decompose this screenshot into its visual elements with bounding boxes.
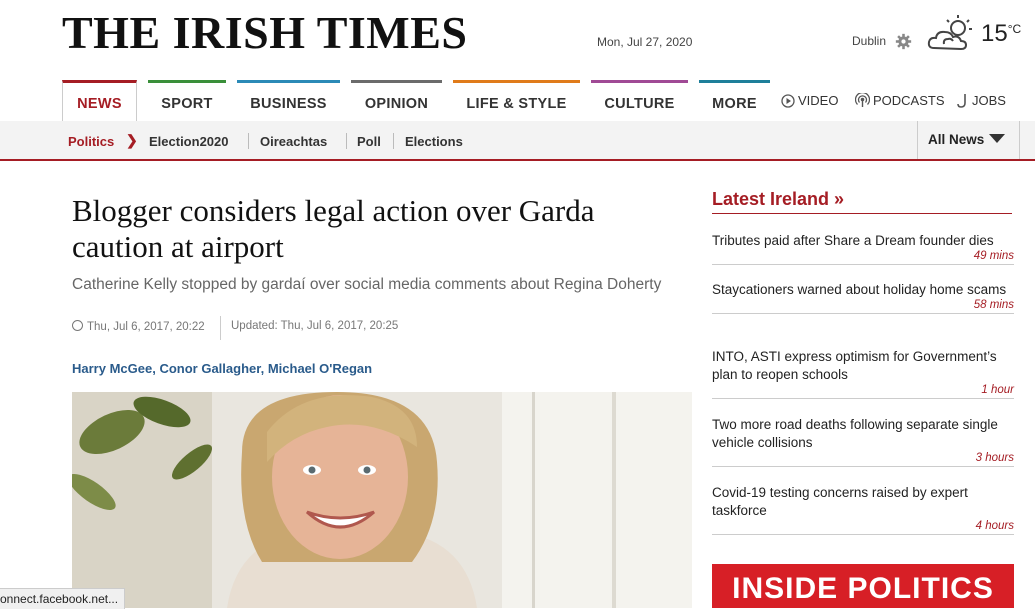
story-age: 4 hours: [975, 520, 1014, 532]
list-item[interactable]: Covid-19 testing concerns raised by expe…: [712, 484, 1014, 535]
nav-video[interactable]: VIDEO: [781, 93, 838, 108]
browser-status-bar: onnect.facebook.net...: [0, 588, 126, 609]
nav-opinion[interactable]: OPINION: [351, 80, 442, 120]
jobs-icon: [957, 94, 966, 108]
masthead: THE IRISH TIMES Mon, Jul 27, 2020 Dublin…: [0, 0, 1035, 80]
story-title[interactable]: Two more road deaths following separate …: [712, 416, 1014, 452]
article-headline: Blogger considers legal action over Gard…: [72, 193, 595, 264]
gear-icon[interactable]: [895, 33, 912, 50]
subnav-section[interactable]: Politics: [68, 134, 114, 149]
divider: [712, 264, 1014, 265]
article-standfirst: Catherine Kelly stopped by gardaí over s…: [72, 276, 662, 293]
list-item[interactable]: INTO, ASTI express optimism for Governme…: [712, 348, 1014, 399]
site-logo[interactable]: THE IRISH TIMES: [62, 6, 467, 59]
divider: [712, 213, 1012, 214]
story-age: 1 hour: [981, 384, 1014, 396]
list-item[interactable]: Two more road deaths following separate …: [712, 416, 1014, 467]
divider: [712, 313, 1014, 314]
nav-business[interactable]: BUSINESS: [237, 80, 340, 120]
divider: [346, 133, 347, 149]
nav-more[interactable]: MORE: [699, 80, 770, 120]
story-title[interactable]: INTO, ASTI express optimism for Governme…: [712, 348, 1014, 384]
temperature: 15°C: [981, 20, 1022, 47]
subnav-poll[interactable]: Poll: [357, 134, 381, 149]
play-icon: [781, 94, 795, 108]
list-item[interactable]: Staycationers warned about holiday home …: [712, 281, 1014, 314]
updated-date: Updated: Thu, Jul 6, 2017, 20:25: [231, 320, 399, 332]
article-photo: [72, 392, 692, 608]
divider: [712, 466, 1014, 467]
divider: [220, 316, 221, 340]
nav-life-style[interactable]: LIFE & STYLE: [453, 80, 580, 120]
sub-nav: Politics ❯ Election2020 Oireachtas Poll …: [0, 121, 1035, 161]
story-title[interactable]: Covid-19 testing concerns raised by expe…: [712, 484, 1014, 520]
temperature-unit: °C: [1007, 22, 1022, 36]
story-age: 49 mins: [973, 250, 1014, 262]
latest-ireland-heading[interactable]: Latest Ireland »: [712, 189, 844, 210]
story-age: 58 mins: [973, 299, 1014, 311]
podcast-icon: [854, 92, 871, 107]
divider: [712, 398, 1014, 399]
subnav-oireachtas[interactable]: Oireachtas: [260, 134, 327, 149]
story-title[interactable]: Staycationers warned about holiday home …: [712, 281, 1014, 299]
subnav-election2020[interactable]: Election2020: [149, 134, 229, 149]
clock-icon: [72, 320, 83, 331]
author-link[interactable]: Harry McGee: [72, 361, 152, 376]
author-link[interactable]: Michael O'Regan: [268, 361, 372, 376]
cloud-sun-icon: [927, 15, 972, 51]
nav-sport[interactable]: SPORT: [148, 80, 226, 120]
caret-down-icon: [989, 134, 1006, 143]
published-date: Thu, Jul 6, 2017, 20:22: [72, 320, 205, 333]
nav-news[interactable]: NEWS: [62, 80, 137, 122]
all-news-dropdown[interactable]: All News: [917, 121, 1020, 159]
inside-politics-banner[interactable]: INSIDE POLITICS: [712, 564, 1014, 608]
divider: [712, 534, 1014, 535]
story-title[interactable]: Tributes paid after Share a Dream founde…: [712, 232, 1014, 250]
article-authors: Harry McGee, Conor Gallagher, Michael O'…: [72, 361, 373, 376]
nav-culture[interactable]: CULTURE: [591, 80, 688, 120]
subnav-elections[interactable]: Elections: [405, 134, 463, 149]
story-age: 3 hours: [975, 452, 1014, 464]
author-link[interactable]: Conor Gallagher: [159, 361, 260, 376]
chevron-right-icon: ❯: [126, 132, 138, 148]
nav-podcasts[interactable]: PODCASTS: [854, 92, 945, 108]
current-date: Mon, Jul 27, 2020: [597, 35, 693, 49]
weather-city[interactable]: Dublin: [852, 34, 886, 48]
divider: [393, 133, 394, 149]
nav-jobs[interactable]: JOBS: [957, 93, 1006, 108]
divider: [248, 133, 249, 149]
list-item[interactable]: Tributes paid after Share a Dream founde…: [712, 232, 1014, 265]
main-nav: NEWS SPORT BUSINESS OPINION LIFE & STYLE…: [0, 80, 1035, 122]
